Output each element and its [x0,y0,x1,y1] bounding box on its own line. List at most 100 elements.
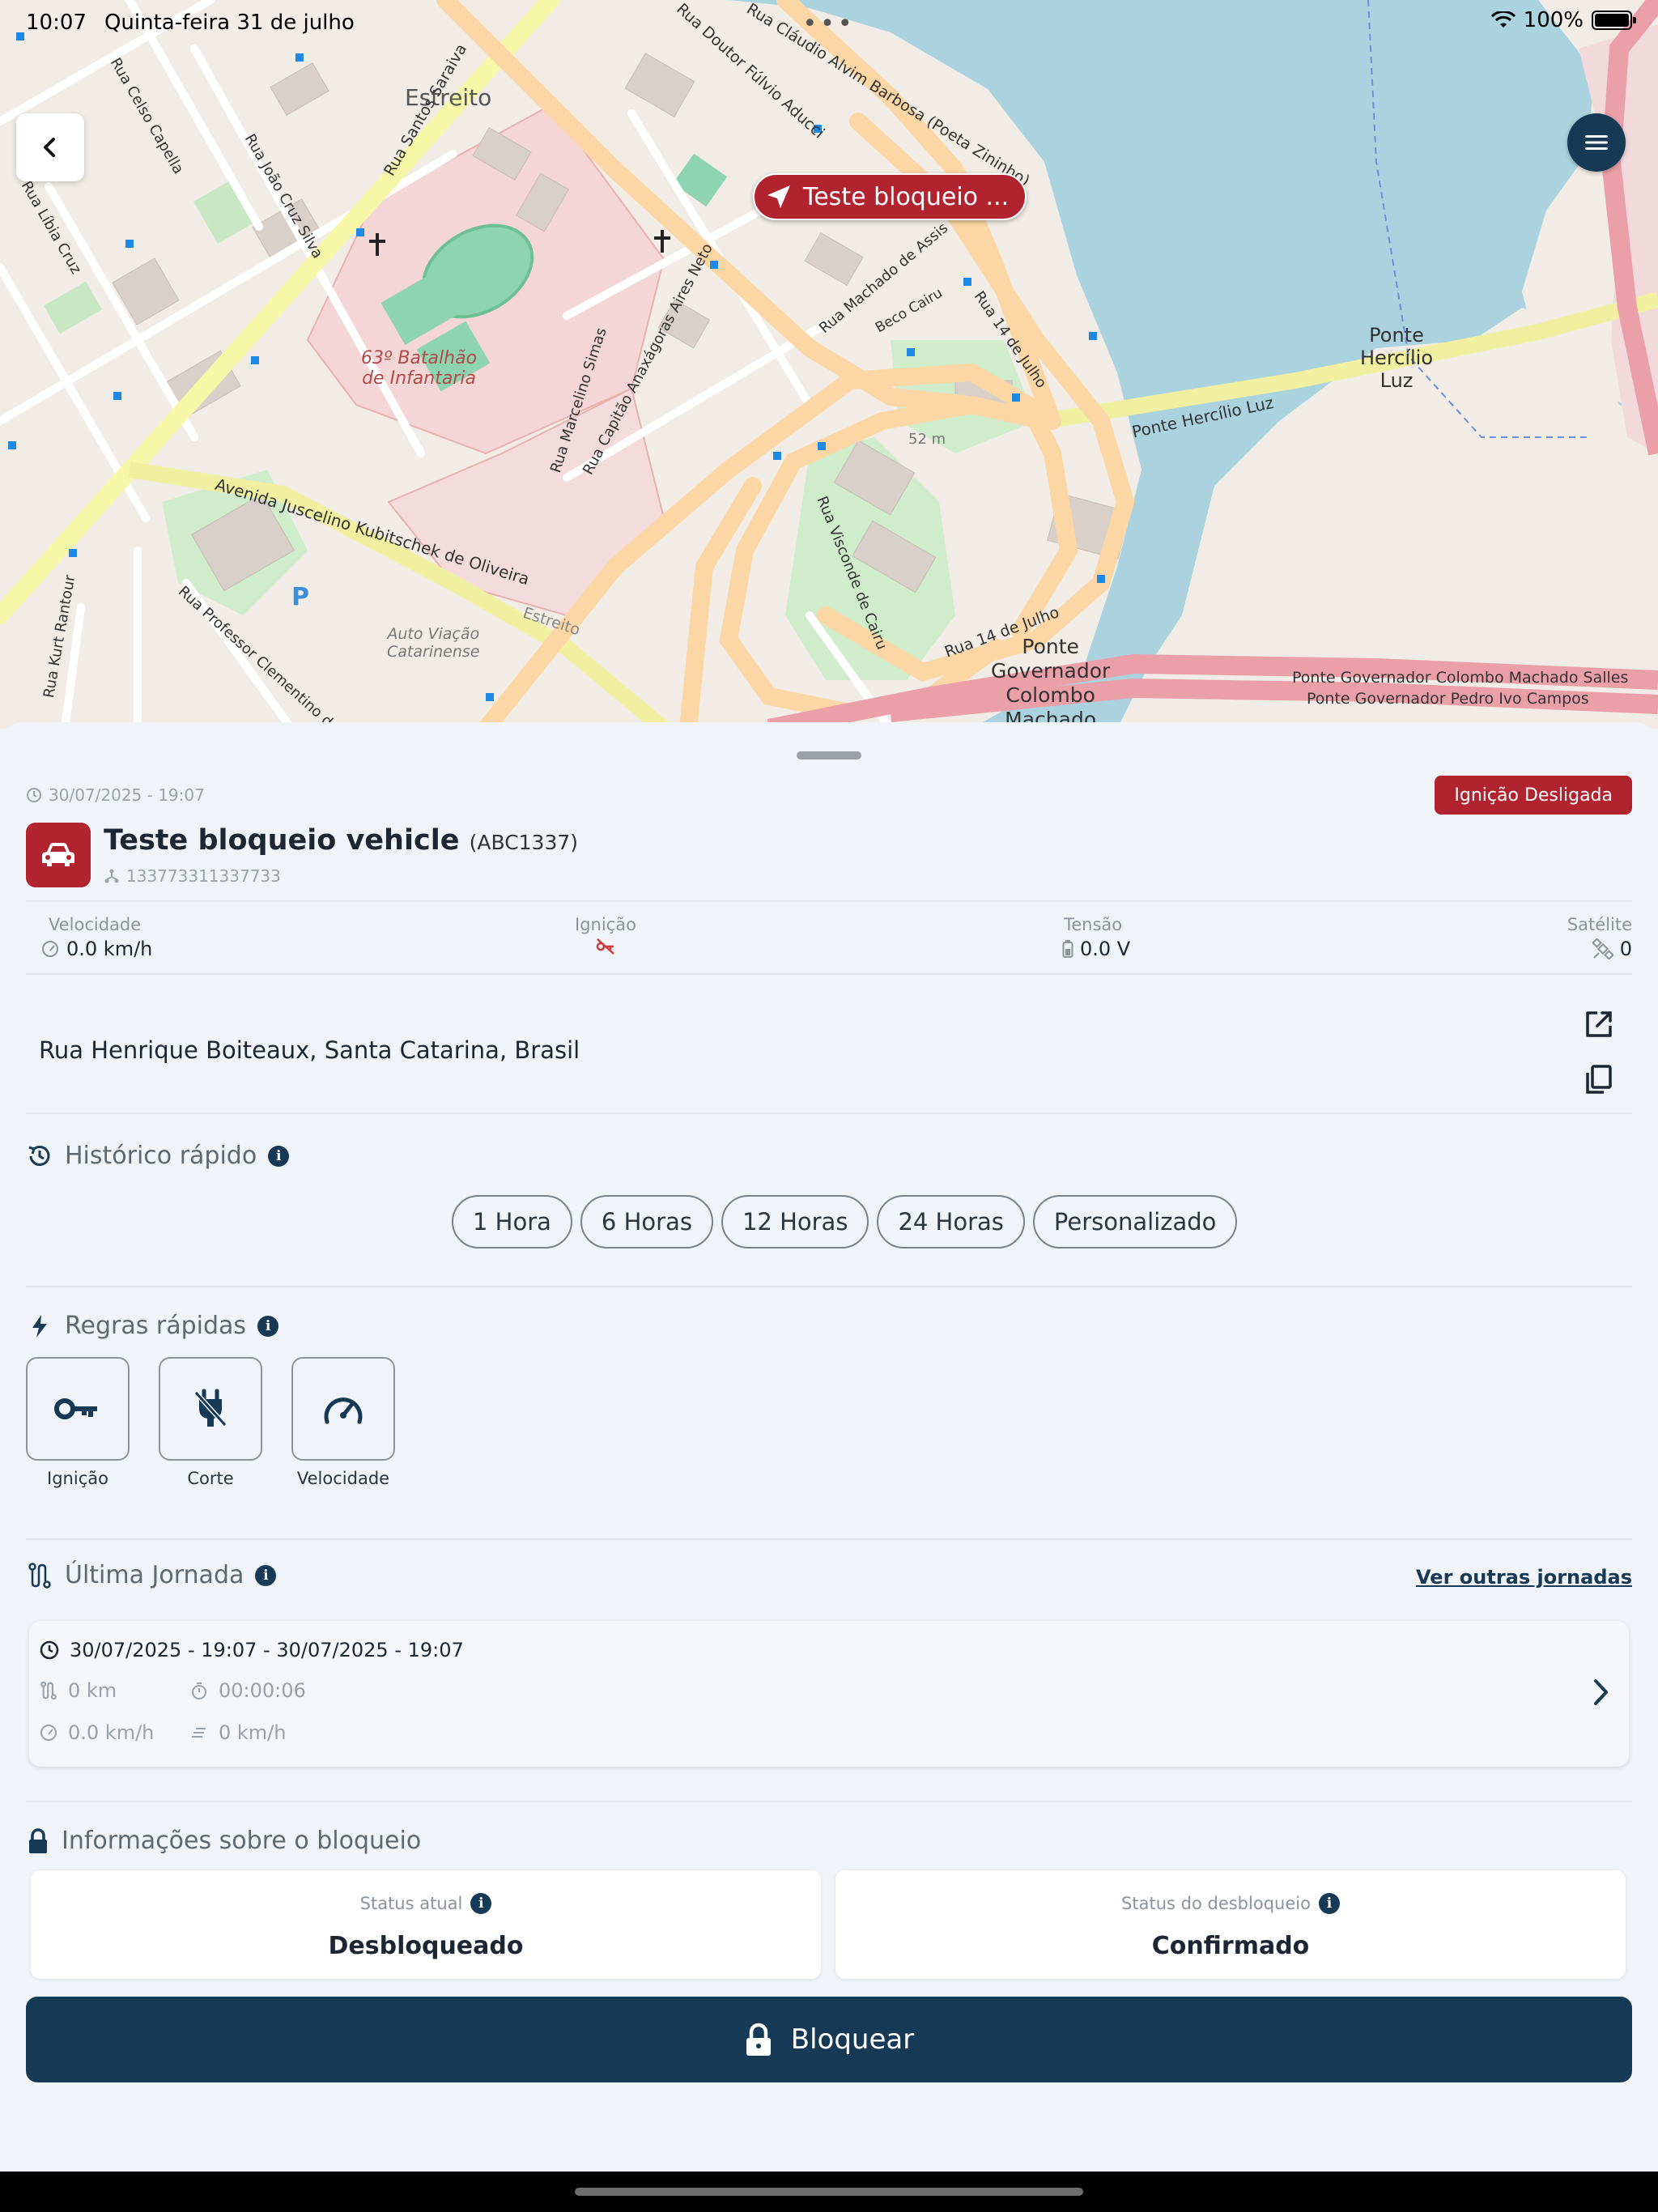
plug-off-icon [193,1389,227,1427]
current-status-label: Status atual [359,1894,463,1913]
stat-satellite: Satélite 0 [1567,915,1632,960]
rule-speed[interactable]: Velocidade [291,1357,395,1488]
map-label-ponte-pedro-ivo-road: Ponte Governador Pedro Ivo Campos [1307,690,1589,708]
vehicle-name: Teste bloqueio vehicle [104,824,460,857]
satellite-icon [1592,938,1613,959]
rule-ignition[interactable]: Ignição [26,1357,130,1488]
divider [26,1286,1632,1287]
hamburger-icon [1585,135,1608,150]
rule-ignition-label: Ignição [47,1469,108,1488]
divider [26,900,1632,902]
journey-period: 30/07/2025 - 19:07 - 30/07/2025 - 19:07 [39,1639,464,1661]
car-icon [42,843,74,866]
info-icon[interactable]: i [268,1145,290,1167]
map-label-ponte-colombo-road: Ponte Governador Colombo Machado Salles [1292,669,1629,687]
status-date: Quinta-feira 31 de julho [104,11,355,35]
journey-duration-text: 00:00:06 [219,1679,306,1702]
map-label-ponte-colombo: Ponte Governador Colombo Machado [991,635,1111,729]
clock-icon [27,788,41,802]
stat-satellite-value: 0 [1619,938,1632,960]
stat-ignition-label: Ignição [575,915,636,934]
status-time: 10:07 [26,11,87,35]
info-icon[interactable]: i [255,1564,277,1586]
vehicle-title: Teste bloqueio vehicle (ABC1337) [104,824,578,857]
vehicle-detail-sheet: 30/07/2025 - 19:07 Ignição Desligada Tes… [0,722,1658,2172]
rule-ignition-button[interactable] [26,1357,130,1461]
quick-rules-header: Regras rápidas i [26,1312,279,1340]
rule-cut[interactable]: Corte [159,1357,262,1488]
open-external-icon [1586,1011,1612,1037]
sheet-drag-handle[interactable] [797,751,861,759]
chip-6-horas[interactable]: 6 Horas [580,1195,713,1249]
stat-speed-label: Velocidade [49,915,142,934]
info-icon[interactable]: i [257,1315,279,1337]
stopwatch-icon [192,1682,206,1699]
journey-period-text: 30/07/2025 - 19:07 - 30/07/2025 - 19:07 [70,1639,464,1661]
journey-duration: 00:00:06 [189,1679,306,1702]
block-vehicle-button[interactable]: Bloquear [26,1997,1632,2082]
map-label-batalhao: 63º Batalhão de Infantaria [361,348,478,389]
multitask-dots-icon[interactable]: ••• [802,10,855,38]
ignition-off-icon [596,938,614,955]
ignition-status-badge: Ignição Desligada [1435,776,1632,815]
chip-1-hora[interactable]: 1 Hora [452,1195,572,1249]
info-icon[interactable]: i [1318,1893,1340,1914]
copy-address-button[interactable] [1579,1059,1619,1100]
home-indicator[interactable] [575,2188,1083,2196]
unlock-status-label: Status do desbloqueio [1121,1894,1311,1913]
chevron-right-icon [1594,1679,1608,1705]
journey-distance: 0 km [39,1679,117,1702]
route-icon [40,1681,57,1700]
unlock-status-value: Confirmado [1151,1932,1310,1960]
history-icon [28,1145,50,1166]
journey-avg-speed-text: 0.0 km/h [68,1721,155,1744]
status-bar: 10:07 Quinta-feira 31 de julho ••• 100% [26,6,1636,39]
wifi-icon [1490,11,1516,28]
lock-icon [746,2023,771,2056]
lock-info-header: Informações sobre o bloqueio [26,1827,421,1855]
clock-icon [40,1640,59,1660]
journey-max-speed-text: 0 km/h [219,1721,287,1744]
quick-rules-title: Regras rápidas [65,1312,247,1340]
current-status-card: Status atual i Desbloqueado [31,1870,821,1979]
lock-info-title: Informações sobre o bloqueio [62,1827,422,1855]
speedometer-icon [324,1397,363,1424]
quick-rules-list: Ignição Corte Velocidade [26,1357,395,1488]
rule-cut-button[interactable] [159,1357,262,1461]
last-journey-card[interactable]: 30/07/2025 - 19:07 - 30/07/2025 - 19:07 … [29,1621,1629,1767]
journey-max-speed: 0 km/h [189,1721,286,1744]
open-external-button[interactable] [1579,1004,1619,1044]
vehicle-map-marker[interactable]: Teste bloqueio ... [753,173,1027,220]
battery-voltage-icon [1062,940,1073,958]
history-chip-group: 1 Hora 6 Horas 12 Horas 24 Horas Persona… [452,1195,1238,1249]
stat-satellite-label: Satélite [1567,915,1632,934]
map-view[interactable]: Estreito 63º Batalhão de Infantaria Auto … [0,0,1658,729]
rule-speed-label: Velocidade [296,1469,390,1488]
key-icon [54,1398,97,1419]
info-icon[interactable]: i [470,1893,492,1914]
stat-ignition: Ignição [575,915,636,955]
rule-speed-button[interactable] [291,1357,395,1461]
chip-12-horas[interactable]: 12 Horas [721,1195,869,1249]
chevron-left-icon [44,138,55,157]
stat-voltage-value: 0.0 V [1080,938,1131,960]
rule-cut-label: Corte [187,1469,234,1488]
navigation-arrow-icon [767,185,790,208]
map-label-ponte-hercilio: Ponte Hercílio Luz [1360,324,1434,392]
back-button[interactable] [16,113,84,181]
last-update-text: 30/07/2025 - 19:07 [49,785,205,805]
route-icon [28,1562,51,1589]
see-other-journeys-link[interactable]: Ver outras jornadas [1416,1566,1632,1589]
quick-history-header: Histórico rápido i [26,1142,290,1170]
chip-personalizado[interactable]: Personalizado [1032,1195,1238,1249]
speedometer-icon [42,941,58,957]
speedometer-icon [40,1725,57,1741]
stat-voltage-label: Tensão [1064,915,1123,934]
copy-icon [1586,1065,1612,1094]
chip-24-horas[interactable]: 24 Horas [877,1195,1025,1249]
stat-speed: Velocidade 0.0 km/h [42,915,152,960]
journey-distance-text: 0 km [68,1679,117,1702]
parking-icon: P [291,583,309,611]
menu-button[interactable] [1567,113,1626,172]
unlock-status-card: Status do desbloqueio i Confirmado [835,1870,1626,1979]
